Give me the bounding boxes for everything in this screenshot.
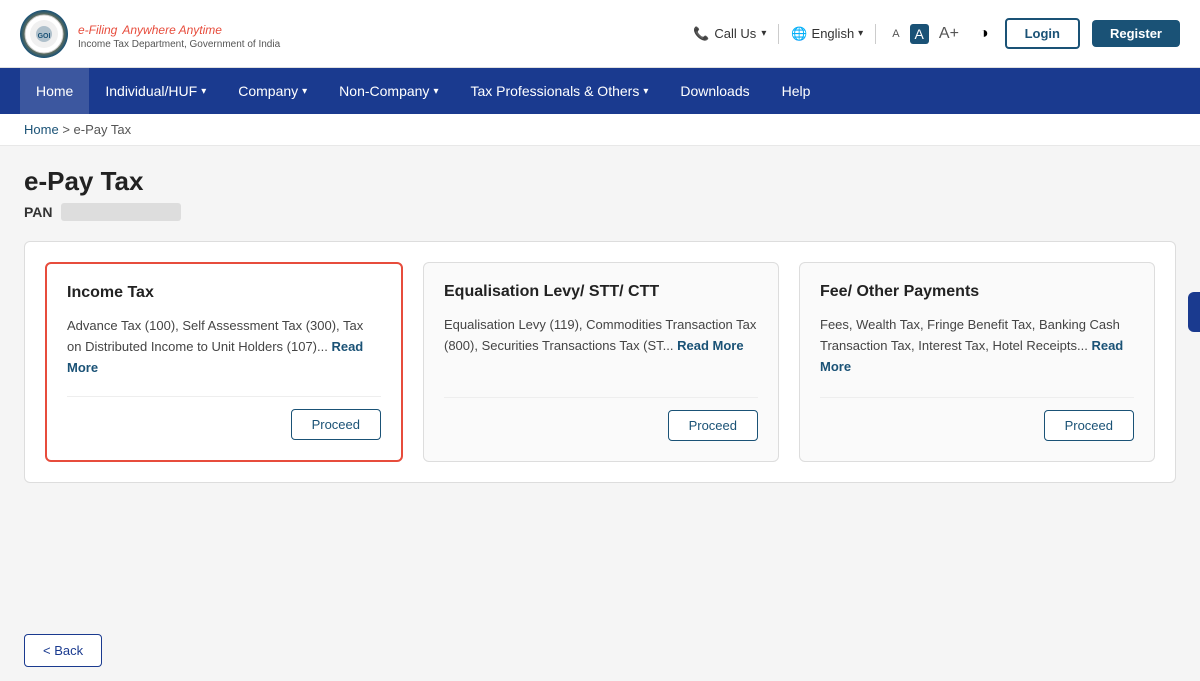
income-tax-card: Income Tax Advance Tax (100), Self Asses… bbox=[45, 262, 403, 462]
equalisation-levy-read-more-link[interactable]: Read More bbox=[677, 338, 743, 353]
login-button[interactable]: Login bbox=[1005, 18, 1080, 49]
font-large-button[interactable]: A+ bbox=[935, 23, 963, 45]
nav-item-downloads[interactable]: Downloads bbox=[664, 68, 765, 114]
font-controls: A A A+ bbox=[888, 23, 963, 45]
nav-item-tax-professionals[interactable]: Tax Professionals & Others ▾ bbox=[454, 68, 664, 114]
breadcrumb-home-link[interactable]: Home bbox=[24, 122, 59, 137]
nav-item-individual-huf[interactable]: Individual/HUF ▾ bbox=[89, 68, 222, 114]
logo-title: e-Filing Anywhere Anytime bbox=[78, 18, 280, 39]
font-medium-button[interactable]: A bbox=[910, 24, 929, 44]
logo-area: GOI e-Filing Anywhere Anytime Income Tax… bbox=[20, 10, 280, 58]
logo-text: e-Filing Anywhere Anytime Income Tax Dep… bbox=[78, 18, 280, 50]
call-us-chevron: ▾ bbox=[761, 28, 766, 39]
nav-item-company[interactable]: Company ▾ bbox=[222, 68, 323, 114]
fee-other-card: Fee/ Other Payments Fees, Wealth Tax, Fr… bbox=[799, 262, 1155, 462]
income-tax-card-footer: Proceed bbox=[67, 396, 381, 440]
top-bar: GOI e-Filing Anywhere Anytime Income Tax… bbox=[0, 0, 1200, 68]
nav-item-help[interactable]: Help bbox=[766, 68, 827, 114]
nav-item-home[interactable]: Home bbox=[20, 68, 89, 114]
navigation-bar: Home Individual/HUF ▾ Company ▾ Non-Comp… bbox=[0, 68, 1200, 114]
equalisation-levy-proceed-button[interactable]: Proceed bbox=[668, 410, 758, 441]
phone-icon: 📞 bbox=[693, 26, 709, 42]
nav-item-non-company[interactable]: Non-Company ▾ bbox=[323, 68, 454, 114]
equalisation-levy-card: Equalisation Levy/ STT/ CTT Equalisation… bbox=[423, 262, 779, 462]
pan-masked-value bbox=[61, 203, 181, 221]
nav-chevron-tax-professionals: ▾ bbox=[643, 86, 648, 97]
fee-other-proceed-button[interactable]: Proceed bbox=[1044, 410, 1134, 441]
equalisation-levy-card-title: Equalisation Levy/ STT/ CTT bbox=[444, 283, 758, 301]
separator-2 bbox=[875, 24, 876, 44]
breadcrumb-separator: > bbox=[62, 122, 73, 137]
top-right-controls: 📞 Call Us ▾ 🌐 English ▾ A A A+ ◑ Login R… bbox=[693, 18, 1180, 49]
contrast-toggle-button[interactable]: ◑ bbox=[975, 23, 993, 45]
lang-chevron: ▾ bbox=[858, 28, 863, 39]
scroll-handle bbox=[1188, 292, 1200, 332]
income-tax-card-description: Advance Tax (100), Self Assessment Tax (… bbox=[67, 316, 381, 378]
income-tax-proceed-button[interactable]: Proceed bbox=[291, 409, 381, 440]
nav-chevron-individual: ▾ bbox=[201, 86, 206, 97]
logo-tagline: Anywhere Anytime bbox=[122, 23, 222, 37]
government-emblem: GOI bbox=[20, 10, 68, 58]
back-button[interactable]: < Back bbox=[24, 634, 102, 667]
main-content: e-Pay Tax PAN Income Tax Advance Tax (10… bbox=[0, 146, 1200, 620]
income-tax-card-title: Income Tax bbox=[67, 284, 381, 302]
svg-text:GOI: GOI bbox=[38, 33, 51, 40]
breadcrumb-current: e-Pay Tax bbox=[74, 122, 132, 137]
logo-subtitle: Income Tax Department, Government of Ind… bbox=[78, 39, 280, 50]
nav-chevron-non-company: ▾ bbox=[433, 86, 438, 97]
equalisation-levy-card-footer: Proceed bbox=[444, 397, 758, 441]
payment-card-container: Income Tax Advance Tax (100), Self Asses… bbox=[24, 241, 1176, 483]
bottom-bar: < Back bbox=[0, 620, 1200, 681]
globe-icon: 🌐 bbox=[791, 26, 807, 42]
language-selector[interactable]: 🌐 English ▾ bbox=[791, 26, 863, 42]
call-us-button[interactable]: 📞 Call Us ▾ bbox=[693, 26, 766, 42]
equalisation-levy-card-description: Equalisation Levy (119), Commodities Tra… bbox=[444, 315, 758, 357]
nav-chevron-company: ▾ bbox=[302, 86, 307, 97]
pan-display: PAN bbox=[24, 203, 1176, 221]
page-title: e-Pay Tax bbox=[24, 166, 1176, 197]
font-small-button[interactable]: A bbox=[888, 26, 903, 42]
register-button[interactable]: Register bbox=[1092, 20, 1180, 47]
breadcrumb: Home > e-Pay Tax bbox=[0, 114, 1200, 146]
fee-other-card-footer: Proceed bbox=[820, 397, 1134, 441]
fee-other-card-title: Fee/ Other Payments bbox=[820, 283, 1134, 301]
separator-1 bbox=[778, 24, 779, 44]
fee-other-card-description: Fees, Wealth Tax, Fringe Benefit Tax, Ba… bbox=[820, 315, 1134, 377]
